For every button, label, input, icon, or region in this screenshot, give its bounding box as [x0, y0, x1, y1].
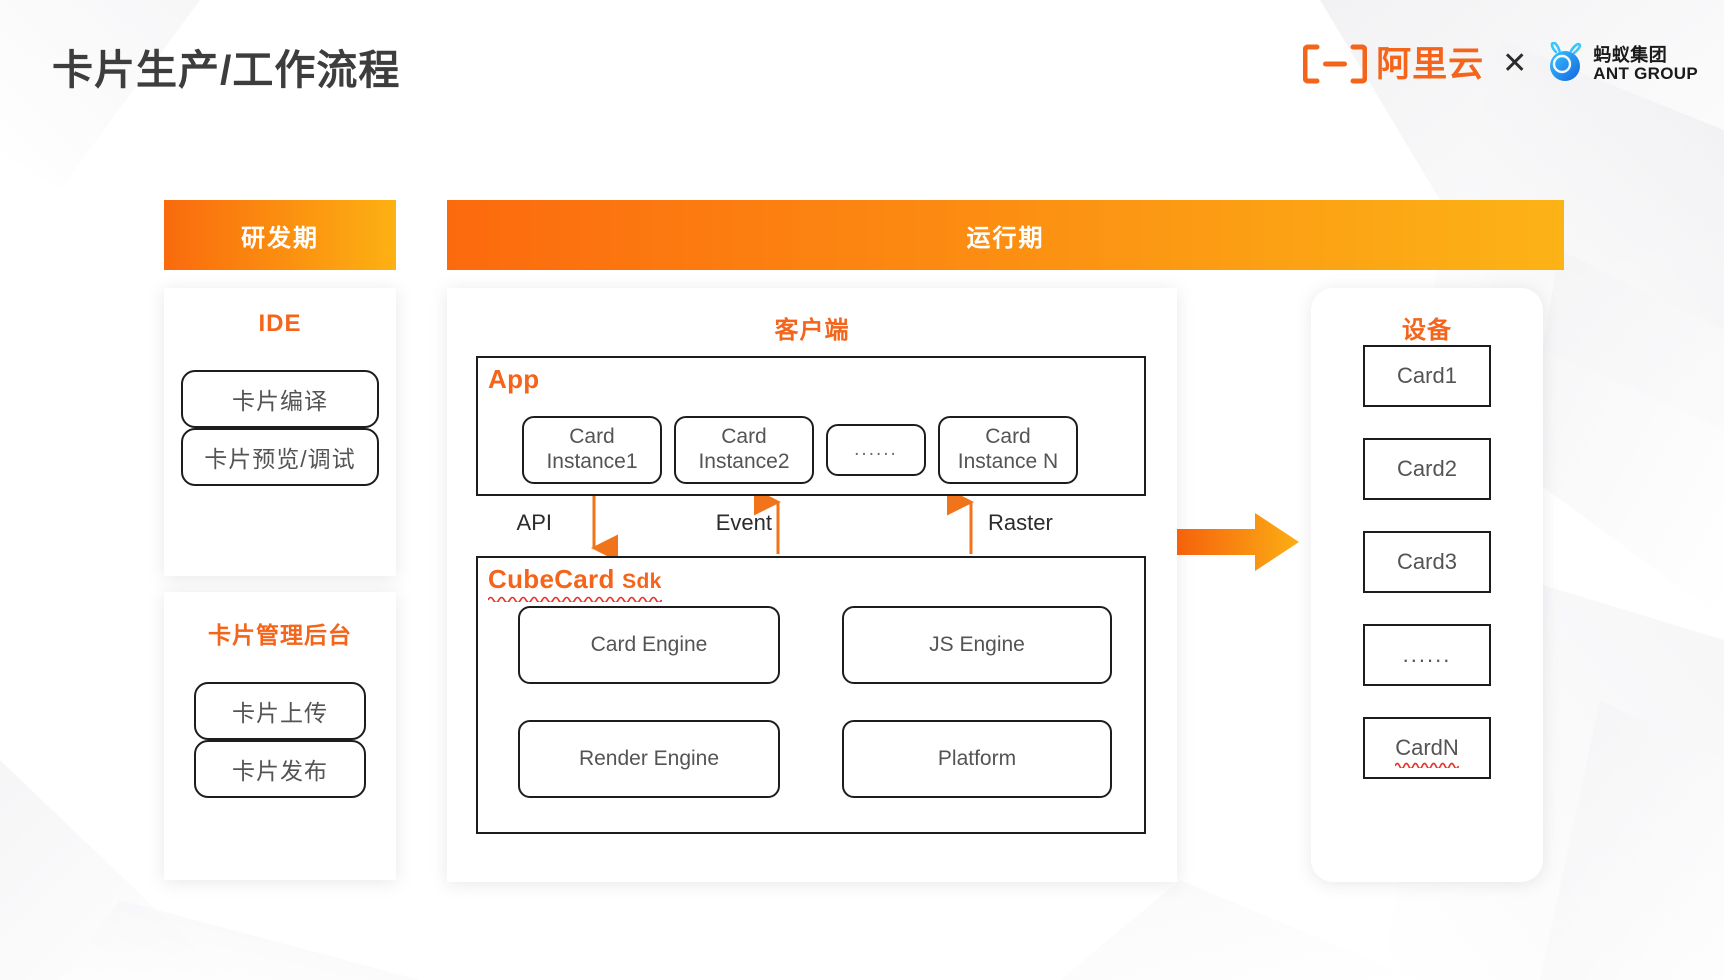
connector-label-event: Event: [715, 510, 772, 535]
device-panel: 设备 Card1 Card2 Card3 ...... CardN: [1311, 288, 1543, 882]
client-panel: 客户端 App Card Instance1 Card Instance2 ....…: [447, 288, 1177, 882]
device-panel-title: 设备: [1402, 317, 1452, 344]
ant-icon: [1550, 42, 1582, 81]
ide-item-preview-debug[interactable]: 卡片预览/调试: [181, 428, 379, 486]
connector-label-raster: Raster: [988, 510, 1053, 535]
client-panel-title: 客户端: [774, 317, 850, 344]
device-card-n[interactable]: CardN: [1363, 717, 1491, 779]
card-instance-ellipsis: ......: [826, 424, 926, 476]
admin-item-upload[interactable]: 卡片上传: [194, 682, 366, 740]
logo-separator-icon: ✕: [1502, 47, 1528, 80]
admin-item-publish[interactable]: 卡片发布: [194, 740, 366, 798]
sdk-module-render-engine[interactable]: Render Engine: [518, 720, 780, 798]
device-card-ellipsis: ......: [1363, 624, 1491, 686]
card-instance-2[interactable]: Card Instance2: [674, 416, 814, 484]
card-admin-panel: 卡片管理后台 卡片上传 卡片发布: [164, 592, 396, 880]
phase-band-runtime: 运行期: [447, 200, 1564, 270]
spellcheck-squiggle-icon: [488, 596, 662, 602]
ant-group-logo: 蚂蚁集团 ANT GROUP: [1545, 42, 1698, 86]
alibaba-cloud-logo: 阿里云: [1303, 44, 1484, 84]
alibaba-cloud-wordmark: 阿里云: [1376, 44, 1485, 84]
cubecard-sdk-main-label: CubeCard: [488, 564, 623, 594]
ide-panel: IDE 卡片编译 卡片预览/调试: [164, 288, 396, 576]
card-instance-1[interactable]: Card Instance1: [522, 416, 662, 484]
ide-panel-title: IDE: [258, 310, 302, 337]
app-sdk-connectors: API Event Raster: [476, 488, 1146, 562]
card-admin-panel-title: 卡片管理后台: [208, 622, 352, 648]
ant-group-wordmark: 蚂蚁集团 ANT GROUP: [1593, 46, 1698, 82]
ant-group-en-label: ANT GROUP: [1593, 63, 1698, 83]
client-to-device-arrow-icon: [1177, 513, 1299, 571]
cubecard-sdk-label: CubeCard Sdk: [488, 564, 662, 602]
ide-item-compile[interactable]: 卡片编译: [181, 370, 379, 428]
app-box: App Card Instance1 Card Instance2 ...... C…: [476, 356, 1146, 496]
card-instance-n[interactable]: Card Instance N: [938, 416, 1078, 484]
page-title: 卡片生产/工作流程: [52, 47, 401, 93]
sdk-module-card-engine[interactable]: Card Engine: [518, 606, 780, 684]
cubecard-sdk-sub-label: Sdk: [622, 570, 662, 593]
app-box-label: App: [488, 364, 540, 394]
device-card-1[interactable]: Card1: [1363, 345, 1491, 407]
brand-logo-row: 阿里云 ✕ 蚂蚁集团 ANT GROUP: [1303, 42, 1698, 86]
spellcheck-squiggle-icon: [1395, 762, 1459, 768]
sdk-module-js-engine[interactable]: JS Engine: [842, 606, 1112, 684]
device-card-2[interactable]: Card2: [1363, 438, 1491, 500]
device-card-n-label: CardN: [1395, 735, 1459, 760]
slide-root: 卡片生产/工作流程 阿里云 ✕ 蚂蚁集团 ANT GROUP 研发期 运行期 I…: [0, 0, 1724, 980]
connector-label-api: API: [516, 510, 552, 535]
device-card-3[interactable]: Card3: [1363, 531, 1491, 593]
cubecard-sdk-box: CubeCard Sdk Card Engine JS Engine Rende…: [476, 556, 1146, 834]
phase-band-development: 研发期: [164, 200, 396, 270]
sdk-module-platform[interactable]: Platform: [842, 720, 1112, 798]
ant-group-cn-label: 蚂蚁集团: [1593, 44, 1668, 65]
alibaba-cloud-bracket-icon: [1303, 44, 1368, 84]
